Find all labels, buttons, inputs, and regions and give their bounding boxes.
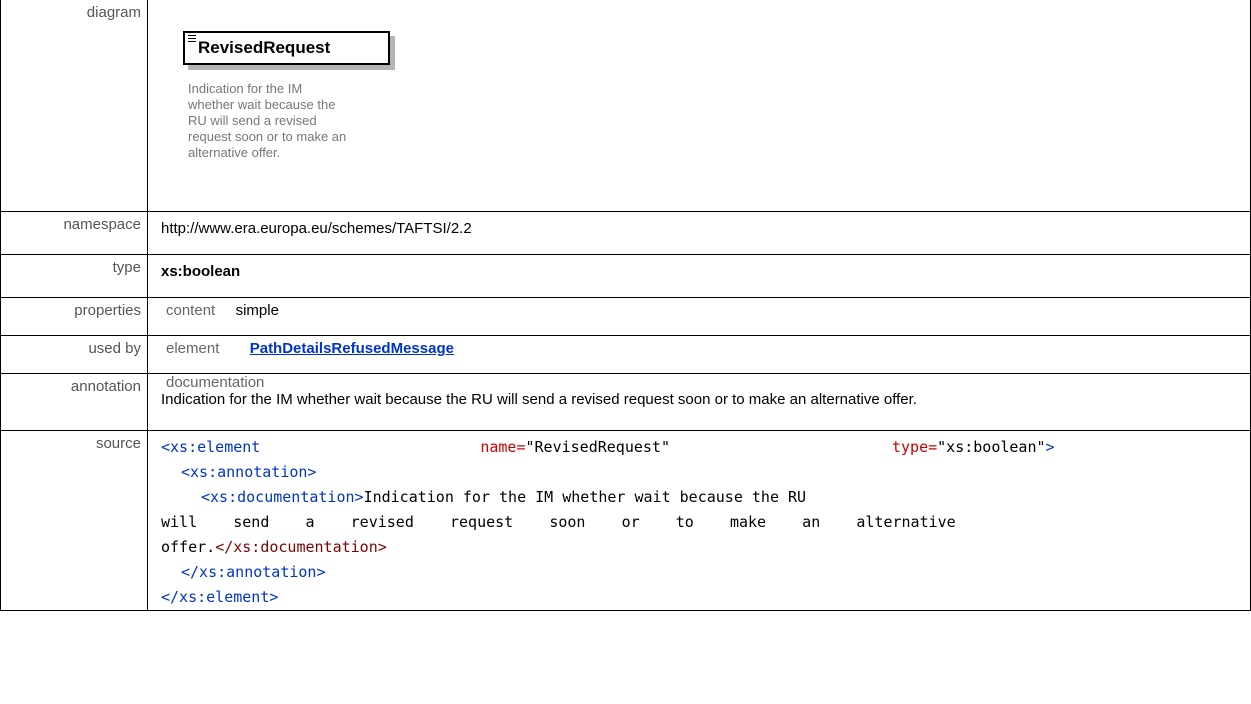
type-value: xs:boolean [147, 254, 1251, 298]
diagram-label: diagram [0, 0, 148, 212]
used-by-label: used by [0, 335, 148, 374]
annotation-label: annotation [0, 373, 148, 431]
used-by-link[interactable]: PathDetailsRefusedMessage [250, 340, 454, 357]
source-line-3c: offer.</xs:documentation> [161, 538, 387, 556]
element-diagram-doc: Indication for the IM whether wait becau… [188, 81, 347, 160]
sequence-icon [188, 35, 196, 44]
source-line-3: <xs:documentation>Indication for the IM … [201, 488, 807, 506]
source-line-1: <xs:element name="RevisedRequest" type="xs… [161, 438, 1055, 456]
annotation-key: documentation [166, 374, 265, 391]
source-line-5: </xs:element> [161, 588, 279, 606]
source-code: <xs:element name="RevisedRequest" type="xs… [147, 430, 1251, 611]
properties-content-value: simple [235, 302, 279, 319]
namespace-value: http://www.era.europa.eu/schemes/TAFTSI/… [147, 211, 1251, 255]
properties-label: properties [0, 297, 148, 336]
element-diagram-name: RevisedRequest [198, 38, 331, 57]
used-by-value: element PathDetailsRefusedMessage [147, 335, 1251, 374]
properties-value: content simple [147, 297, 1251, 336]
element-diagram-box[interactable]: RevisedRequest [183, 31, 390, 65]
namespace-label: namespace [0, 211, 148, 255]
type-label: type [0, 254, 148, 298]
used-by-kind: element [166, 340, 220, 357]
annotation-text: Indication for the IM whether wait becau… [161, 391, 917, 408]
source-line-2: <xs:annotation> [181, 463, 317, 481]
properties-key: content [166, 302, 216, 319]
source-line-3b: will send a revised request soon or to m… [161, 513, 956, 531]
annotation-value: documentation Indication for the IM whet… [147, 373, 1251, 431]
source-label: source [0, 430, 148, 611]
source-line-4: </xs:annotation> [181, 563, 326, 581]
